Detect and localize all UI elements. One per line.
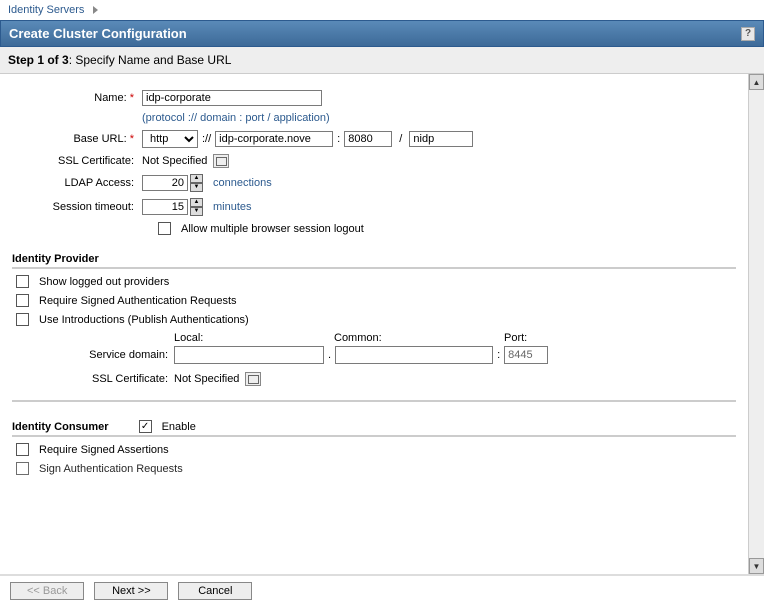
help-icon[interactable]: ? bbox=[741, 27, 755, 41]
idc-heading: Identity Consumer bbox=[12, 421, 109, 433]
browse-idp-cert-icon[interactable] bbox=[245, 372, 261, 386]
scroll-up-icon[interactable]: ▲ bbox=[749, 74, 764, 90]
ldap-units: connections bbox=[213, 177, 272, 189]
form-body: Name: * (protocol :// domain : port / ap… bbox=[0, 74, 748, 574]
require-signed-auth-label: Require Signed Authentication Requests bbox=[39, 295, 237, 307]
show-logged-out-checkbox[interactable] bbox=[16, 275, 29, 288]
sign-auth-requests-label: Sign Authentication Requests bbox=[39, 463, 183, 475]
allow-multi-label: Allow multiple browser session logout bbox=[181, 223, 364, 235]
step-desc: : Specify Name and Base URL bbox=[69, 53, 232, 67]
separator: . bbox=[328, 349, 331, 361]
protocol-select[interactable]: http bbox=[142, 130, 198, 148]
next-button[interactable]: Next >> bbox=[94, 582, 168, 600]
use-introductions-label: Use Introductions (Publish Authenticatio… bbox=[39, 314, 249, 326]
use-introductions-checkbox[interactable] bbox=[16, 313, 29, 326]
titlebar: Create Cluster Configuration ? bbox=[0, 20, 764, 47]
breadcrumb: Identity Servers bbox=[0, 0, 764, 20]
separator: / bbox=[396, 133, 405, 145]
common-domain-input[interactable] bbox=[335, 346, 493, 364]
service-port-input[interactable] bbox=[504, 346, 548, 364]
scroll-down-icon[interactable]: ▼ bbox=[749, 558, 764, 574]
spinner-up-icon[interactable]: ▲ bbox=[190, 198, 203, 207]
baseurl-label: Base URL: * bbox=[12, 133, 142, 145]
idp-sslcert-label: SSL Certificate: bbox=[58, 373, 174, 385]
ldap-spinner[interactable]: ▲▼ bbox=[190, 174, 203, 192]
step-number: Step 1 of 3 bbox=[8, 53, 69, 67]
browse-cert-icon[interactable] bbox=[213, 154, 229, 168]
name-label: Name: * bbox=[12, 92, 142, 104]
url-format-hint: (protocol :// domain : port / applicatio… bbox=[142, 112, 330, 124]
separator: :// bbox=[202, 133, 211, 145]
session-input[interactable] bbox=[142, 199, 188, 215]
chevron-right-icon bbox=[93, 6, 98, 14]
common-header: Common: bbox=[334, 332, 504, 344]
allow-multi-checkbox[interactable] bbox=[158, 222, 171, 235]
back-button: << Back bbox=[10, 582, 84, 600]
application-input[interactable] bbox=[409, 131, 473, 147]
show-logged-out-label: Show logged out providers bbox=[39, 276, 169, 288]
require-signed-auth-checkbox[interactable] bbox=[16, 294, 29, 307]
idp-sslcert-value: Not Specified bbox=[174, 373, 239, 385]
port-header: Port: bbox=[504, 332, 564, 344]
sslcert-value: Not Specified bbox=[142, 155, 207, 167]
require-signed-assertions-checkbox[interactable] bbox=[16, 443, 29, 456]
service-domain-label: Service domain: bbox=[58, 349, 174, 361]
port-input[interactable] bbox=[344, 131, 392, 147]
step-bar: Step 1 of 3: Specify Name and Base URL bbox=[0, 47, 764, 74]
vertical-scrollbar[interactable]: ▲ ▼ bbox=[748, 74, 764, 574]
idc-enable-checkbox[interactable] bbox=[139, 420, 152, 433]
session-spinner[interactable]: ▲▼ bbox=[190, 198, 203, 216]
session-label: Session timeout: bbox=[12, 201, 142, 213]
page-title: Create Cluster Configuration bbox=[9, 26, 187, 41]
separator: : bbox=[337, 133, 340, 145]
name-input[interactable] bbox=[142, 90, 322, 106]
cancel-button[interactable]: Cancel bbox=[178, 582, 252, 600]
domain-input[interactable] bbox=[215, 131, 333, 147]
session-units: minutes bbox=[213, 201, 252, 213]
wizard-footer: << Back Next >> Cancel bbox=[0, 574, 764, 606]
idc-enable-label: Enable bbox=[162, 421, 196, 433]
sslcert-label: SSL Certificate: bbox=[12, 155, 142, 167]
spinner-down-icon[interactable]: ▼ bbox=[190, 183, 203, 192]
spinner-up-icon[interactable]: ▲ bbox=[190, 174, 203, 183]
sign-auth-requests-checkbox[interactable] bbox=[16, 462, 29, 475]
separator: : bbox=[497, 349, 500, 361]
local-domain-input[interactable] bbox=[174, 346, 324, 364]
breadcrumb-link[interactable]: Identity Servers bbox=[8, 4, 84, 16]
ldap-input[interactable] bbox=[142, 175, 188, 191]
local-header: Local: bbox=[174, 332, 334, 344]
require-signed-assertions-label: Require Signed Assertions bbox=[39, 444, 169, 456]
idp-heading: Identity Provider bbox=[12, 253, 736, 269]
ldap-label: LDAP Access: bbox=[12, 177, 142, 189]
spinner-down-icon[interactable]: ▼ bbox=[190, 207, 203, 216]
